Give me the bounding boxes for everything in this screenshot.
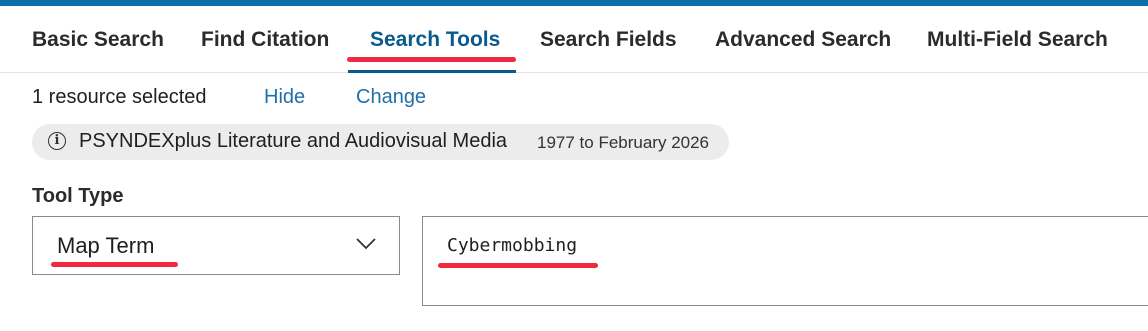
tab-search-fields[interactable]: Search Fields <box>540 28 677 52</box>
search-mode-tabs: Basic Search Find Citation Search Tools … <box>0 6 1148 73</box>
search-tools-page: Basic Search Find Citation Search Tools … <box>0 0 1148 331</box>
database-range: 1977 to February 2026 <box>537 133 710 152</box>
annotation-underline-tab <box>347 57 516 62</box>
resource-selected-text: 1 resource selected <box>32 86 207 108</box>
tool-type-selected-value: Map Term <box>57 233 155 258</box>
info-icon: i <box>48 132 66 150</box>
tab-basic-search[interactable]: Basic Search <box>32 28 164 52</box>
hide-resources-link[interactable]: Hide <box>264 86 305 109</box>
chevron-down-icon <box>356 238 376 250</box>
annotation-underline-term <box>438 263 598 268</box>
database-pill: i PSYNDEXplus Literature and Audiovisual… <box>32 124 729 160</box>
database-name: PSYNDEXplus Literature and Audiovisual M… <box>79 130 508 152</box>
tool-type-label: Tool Type <box>32 185 124 207</box>
tab-search-tools[interactable]: Search Tools <box>370 28 500 52</box>
term-input-box[interactable] <box>422 216 1148 306</box>
tab-advanced-search[interactable]: Advanced Search <box>715 28 891 52</box>
change-resources-link[interactable]: Change <box>356 86 426 109</box>
annotation-underline-tool-type <box>51 262 178 267</box>
tab-multi-field-search[interactable]: Multi-Field Search <box>927 28 1108 52</box>
term-input[interactable] <box>447 231 1127 259</box>
tab-find-citation[interactable]: Find Citation <box>201 28 329 52</box>
resource-count: 1 resource selected <box>32 86 207 109</box>
active-tab-indicator <box>348 70 516 73</box>
